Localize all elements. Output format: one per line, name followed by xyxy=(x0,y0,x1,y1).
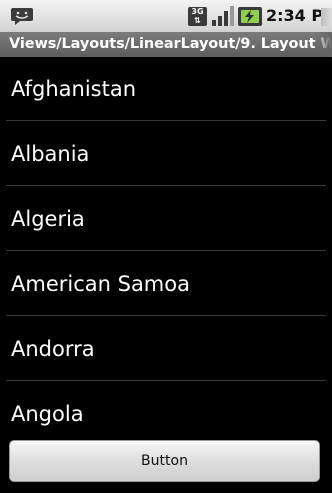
status-bar-edge xyxy=(321,8,332,26)
signal-strength-icon xyxy=(212,6,234,26)
list-item-label: Afghanistan xyxy=(11,77,137,101)
window-title: Views/Layouts/LinearLayout/9. Layout Wei… xyxy=(9,36,332,52)
android-notification-icon xyxy=(11,8,33,25)
button-bar: Button xyxy=(0,433,332,493)
list-item-label: Algeria xyxy=(11,207,85,231)
screen: 3G ⇅ 2:34 PM Views/Layouts/LinearLayout/… xyxy=(0,0,332,493)
list-divider xyxy=(6,120,326,121)
list-item-american-samoa[interactable]: American Samoa xyxy=(0,252,332,316)
country-list[interactable]: Afghanistan Albania Algeria American Sam… xyxy=(0,57,332,433)
list-item-andorra[interactable]: Andorra xyxy=(0,317,332,381)
list-item-algeria[interactable]: Algeria xyxy=(0,187,332,251)
list-item-angola[interactable]: Angola xyxy=(0,382,332,433)
title-bar: Views/Layouts/LinearLayout/9. Layout Wei… xyxy=(0,32,332,57)
list-item-label: Angola xyxy=(11,402,84,426)
list-item-afghanistan[interactable]: Afghanistan xyxy=(0,57,332,121)
list-item-label: Albania xyxy=(11,142,90,166)
network-label: 3G xyxy=(191,7,204,16)
network-3g-icon: 3G ⇅ xyxy=(188,7,207,26)
battery-charging-icon xyxy=(238,7,262,26)
list-divider xyxy=(6,315,326,316)
list-divider xyxy=(6,250,326,251)
status-bar: 3G ⇅ 2:34 PM xyxy=(0,0,332,32)
data-arrows-icon: ⇅ xyxy=(194,16,201,25)
title-fade xyxy=(314,32,332,57)
list-divider xyxy=(6,185,326,186)
list-item-label: American Samoa xyxy=(11,272,190,296)
list-item-label: Andorra xyxy=(11,337,95,361)
bottom-button[interactable]: Button xyxy=(9,440,320,482)
list-item-albania[interactable]: Albania xyxy=(0,122,332,186)
list-divider xyxy=(6,380,326,381)
